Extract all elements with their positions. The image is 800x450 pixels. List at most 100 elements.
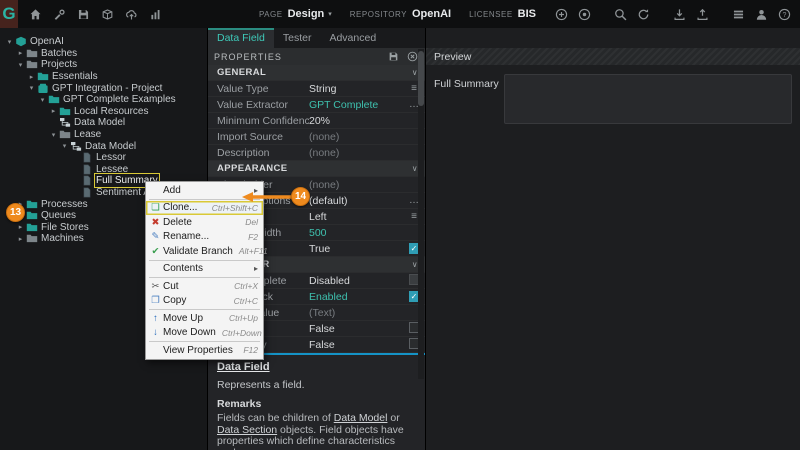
- property-value[interactable]: 500: [309, 227, 403, 239]
- expander-closed-icon[interactable]: ▸: [16, 223, 25, 231]
- menu-item-view-properties[interactable]: View PropertiesF12: [146, 343, 263, 358]
- tree-node-label[interactable]: Data Model: [74, 117, 125, 128]
- add-circle-icon[interactable]: [554, 7, 569, 22]
- tree-node-label[interactable]: Data Model: [85, 141, 136, 152]
- package-icon[interactable]: [100, 7, 115, 22]
- chart-icon[interactable]: [148, 7, 163, 22]
- download-icon[interactable]: [672, 7, 687, 22]
- record-circle-icon[interactable]: [577, 7, 592, 22]
- tree-node-label[interactable]: Queues: [41, 210, 76, 221]
- help-icon[interactable]: ?: [777, 7, 792, 22]
- vertical-scrollbar[interactable]: [418, 49, 424, 379]
- search-icon[interactable]: [613, 7, 628, 22]
- tree-node-label[interactable]: Processes: [41, 199, 88, 210]
- tree-node-lease[interactable]: ▾ Lease: [0, 129, 207, 141]
- menu-item-move-up[interactable]: ↑Move UpCtrl+Up: [146, 311, 263, 326]
- property-value[interactable]: Disabled: [309, 275, 403, 287]
- tree-node-label[interactable]: Essentials: [52, 71, 98, 82]
- menu-item-rename-[interactable]: ✎Rename...F2: [146, 230, 263, 245]
- cloud-upload-icon[interactable]: [124, 7, 139, 22]
- tree-node-gpt-complete-examples[interactable]: ▾ GPT Complete Examples: [0, 94, 207, 106]
- home-icon[interactable]: [28, 7, 43, 22]
- stack-icon[interactable]: [731, 7, 746, 22]
- tools-icon[interactable]: [52, 7, 67, 22]
- menu-item-cut[interactable]: ✂CutCtrl+X: [146, 279, 263, 294]
- property-value[interactable]: 20%: [309, 115, 403, 127]
- expander-open-icon[interactable]: ▾: [16, 61, 25, 69]
- tab-tester[interactable]: Tester: [274, 28, 321, 48]
- expander-closed-icon[interactable]: ▸: [27, 73, 36, 81]
- expander-open-icon[interactable]: ▾: [27, 84, 36, 92]
- tree-node-label[interactable]: Batches: [41, 48, 77, 59]
- property-value[interactable]: False: [309, 339, 403, 351]
- expander-open-icon[interactable]: ▾: [38, 96, 47, 104]
- tree-node-local-resources[interactable]: ▸ Local Resources: [0, 106, 207, 118]
- save-icon[interactable]: [76, 7, 91, 22]
- data-model-link[interactable]: Data Model: [334, 412, 388, 424]
- tab-advanced[interactable]: Advanced: [320, 28, 385, 48]
- preview-body: Full Summary: [426, 65, 800, 133]
- property-value[interactable]: (default): [309, 195, 403, 207]
- property-section-general[interactable]: GENERAL∨: [208, 65, 425, 81]
- page-value[interactable]: Design: [288, 8, 325, 20]
- property-value[interactable]: Enabled: [309, 291, 403, 303]
- tree-node-openai[interactable]: ▾ OpenAI: [0, 36, 207, 48]
- tree-node-lessor[interactable]: Lessor: [0, 152, 207, 164]
- tree-node-label[interactable]: File Stores: [41, 222, 89, 233]
- menu-item-label: Move Down: [163, 327, 216, 338]
- tree-node-label[interactable]: GPT Complete Examples: [63, 94, 176, 105]
- tree-node-label[interactable]: Lessor: [96, 152, 126, 163]
- expander-closed-icon[interactable]: ▸: [16, 49, 25, 57]
- expander-closed-icon[interactable]: ▸: [16, 235, 25, 243]
- tree-node-essentials[interactable]: ▸ Essentials: [0, 71, 207, 83]
- tree-node-lessee[interactable]: Lessee: [0, 164, 207, 176]
- scrollbar-thumb[interactable]: [418, 51, 424, 106]
- menu-separator: [149, 309, 260, 310]
- property-value[interactable]: Left: [309, 211, 403, 223]
- expander-open-icon[interactable]: ▾: [49, 131, 58, 139]
- top-toolbar: G PAGE Design ▾ REPOSITORY OpenAI LICENS…: [0, 0, 800, 28]
- tree-node-gpt-integration-project[interactable]: ▾ GPT Integration - Project: [0, 82, 207, 94]
- property-value[interactable]: (Text): [309, 307, 403, 319]
- tree-node-label[interactable]: Local Resources: [74, 106, 148, 117]
- tab-data-field[interactable]: Data Field: [208, 28, 274, 48]
- menu-item-shortcut: F12: [237, 345, 258, 355]
- folder-icon: [25, 210, 38, 221]
- expander-closed-icon[interactable]: ▸: [49, 107, 58, 115]
- expander-open-icon[interactable]: ▾: [5, 38, 14, 46]
- tree-node-data-model[interactable]: Data Model: [0, 117, 207, 129]
- tree-node-label[interactable]: Projects: [41, 59, 77, 70]
- user-icon[interactable]: [754, 7, 769, 22]
- property-value[interactable]: False: [309, 323, 403, 335]
- help-summary: Represents a field.: [217, 379, 416, 391]
- property-section-appearance[interactable]: APPEARANCE∨: [208, 161, 425, 177]
- menu-item-validate-branch[interactable]: ✔Validate BranchAlt+F11: [146, 244, 263, 259]
- tree-node-label[interactable]: GPT Integration - Project: [52, 83, 162, 94]
- tree-node-label[interactable]: OpenAI: [30, 36, 64, 47]
- tree-node-projects[interactable]: ▾ Projects: [0, 59, 207, 71]
- property-label: Import Source: [217, 131, 309, 143]
- property-value[interactable]: True: [309, 243, 403, 255]
- save-properties-icon[interactable]: [387, 50, 400, 63]
- menu-item-move-down[interactable]: ↓Move DownCtrl+Down: [146, 326, 263, 341]
- page-selector[interactable]: PAGE Design ▾: [259, 8, 332, 20]
- property-value[interactable]: GPT Complete: [309, 99, 403, 111]
- property-value[interactable]: (none): [309, 179, 403, 191]
- menu-item-delete[interactable]: ✖DeleteDel: [146, 215, 263, 230]
- tree-node-label[interactable]: Machines: [41, 233, 84, 244]
- data-section-link[interactable]: Data Section: [217, 424, 277, 436]
- refresh-icon[interactable]: [636, 7, 651, 22]
- property-value[interactable]: (none): [309, 131, 403, 143]
- upload-icon[interactable]: [695, 7, 710, 22]
- tree-node-batches[interactable]: ▸ Batches: [0, 48, 207, 60]
- property-value[interactable]: (none): [309, 147, 403, 159]
- menu-item-contents[interactable]: Contents▸: [146, 262, 263, 277]
- menu-item-copy[interactable]: ❐CopyCtrl+C: [146, 294, 263, 309]
- preview-field-input[interactable]: [504, 74, 792, 124]
- expander-open-icon[interactable]: ▾: [60, 142, 69, 150]
- tree-node-label[interactable]: Lease: [74, 129, 101, 140]
- tree-node-label[interactable]: Lessee: [96, 164, 128, 175]
- property-value[interactable]: String: [309, 83, 403, 95]
- menu-item-label: Validate Branch: [163, 246, 233, 257]
- tree-node-data-model[interactable]: ▾ Data Model: [0, 140, 207, 152]
